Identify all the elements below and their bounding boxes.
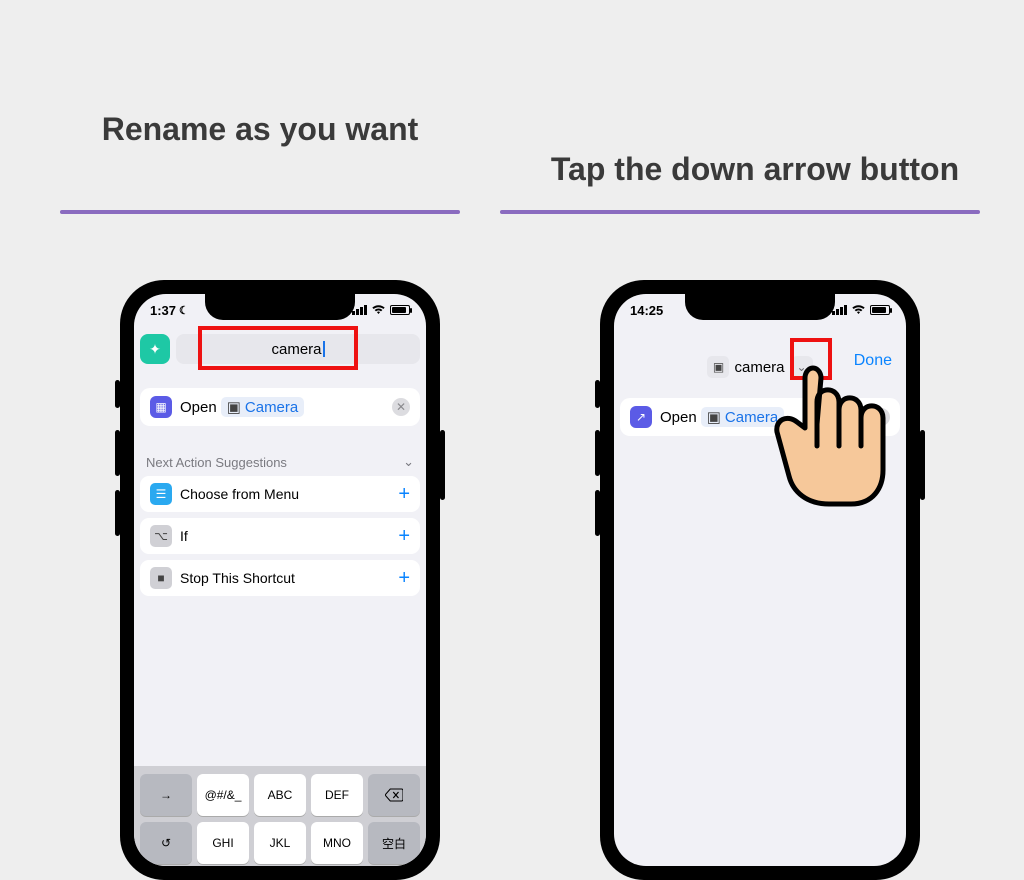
caption-right: Tap the down arrow button [530,150,980,188]
shortcut-app-icon[interactable]: ✦ [140,334,170,364]
suggestions-header-text: Next Action Suggestions [146,455,287,470]
key-def[interactable]: DEF [311,774,363,816]
underline-right [500,210,980,214]
chevron-down-icon[interactable]: ⌄ [403,454,414,470]
notch [685,294,835,320]
camera-icon: ▣ [707,356,729,378]
title-row: ✦ camera [140,330,420,368]
suggestion-label: Choose from Menu [180,486,299,502]
key-jkl[interactable]: JKL [254,822,306,864]
key-ghi[interactable]: GHI [197,822,249,864]
key-space[interactable]: 空白 [368,822,420,864]
suggestion-item[interactable]: ⌥ If + [140,518,420,554]
if-icon: ⌥ [150,525,172,547]
open-label: Open [660,409,697,426]
suggestion-item[interactable]: ■ Stop This Shortcut + [140,560,420,596]
text-cursor [323,341,325,357]
wifi-icon [851,303,866,318]
caption-left: Rename as you want [60,110,460,148]
status-time: 14:25 [630,303,663,318]
suggestion-item[interactable]: ☰ Choose from Menu + [140,476,420,512]
app-pill[interactable]: ▣ Camera [221,397,305,417]
suggestion-label: Stop This Shortcut [180,570,295,586]
open-label: Open [180,399,217,416]
screen-left: 1:37 ☾ ✦ camera ▦ Open ▣ Camera [134,294,426,866]
camera-icon: ▣ [707,408,721,426]
key-symbols[interactable]: @#/&_ [197,774,249,816]
open-app-action[interactable]: ▦ Open ▣ Camera ✕ [140,388,420,426]
camera-icon: ▣ [227,398,241,416]
status-time: 1:37 [150,303,176,318]
menu-icon: ☰ [150,483,172,505]
title-text: camera [271,341,321,358]
battery-icon [390,305,410,315]
key-abc[interactable]: ABC [254,774,306,816]
underline-left [60,210,460,214]
suggestion-label: If [180,528,188,544]
keyboard: → @#/&_ ABC DEF ↺ GHI JKL MNO 空白 [134,766,426,866]
suggestions-header: Next Action Suggestions ⌄ [146,454,414,470]
remove-action-button[interactable]: ✕ [392,398,410,416]
battery-icon [870,305,890,315]
shortcut-title-input[interactable]: camera [176,334,420,364]
dnd-moon-icon: ☾ [179,304,189,317]
open-action-icon: ▦ [150,396,172,418]
suggestions-list: ☰ Choose from Menu + ⌥ If + ■ Stop This … [140,476,420,602]
open-action-icon [630,406,652,428]
add-suggestion-button[interactable]: + [398,567,410,590]
app-name: Camera [245,399,298,416]
notch [205,294,355,320]
pointing-hand-icon [755,358,895,508]
key-tab[interactable]: → [140,774,192,816]
key-mno[interactable]: MNO [311,822,363,864]
key-backspace[interactable] [368,774,420,816]
stop-icon: ■ [150,567,172,589]
phone-left: 1:37 ☾ ✦ camera ▦ Open ▣ Camera [120,280,440,880]
add-suggestion-button[interactable]: + [398,483,410,506]
key-undo[interactable]: ↺ [140,822,192,864]
wifi-icon [371,303,386,318]
add-suggestion-button[interactable]: + [398,525,410,548]
